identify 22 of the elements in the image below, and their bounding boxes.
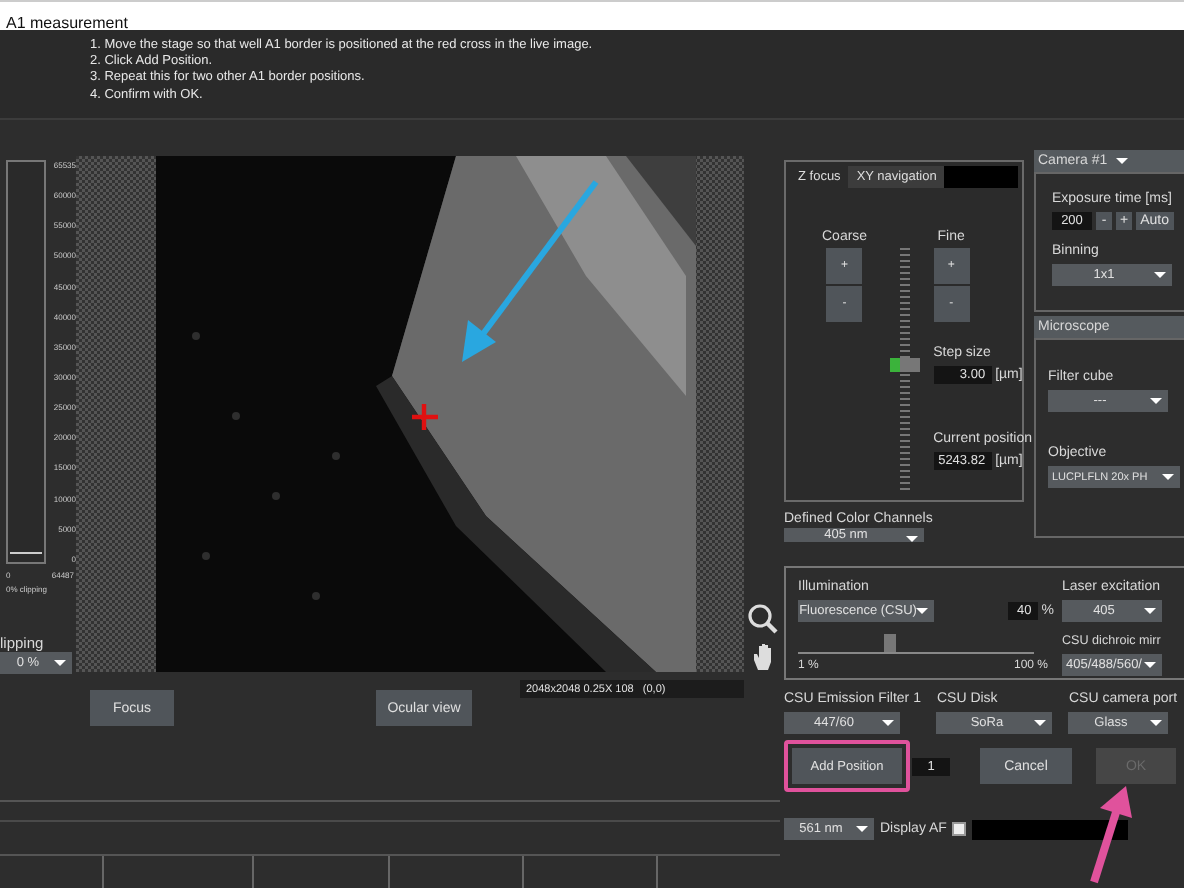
checkbox[interactable]: [952, 822, 967, 836]
annotation-arrow: [1084, 786, 1136, 886]
caret-icon: [906, 536, 918, 542]
caret-icon: [1154, 272, 1166, 278]
caret-icon: [882, 720, 894, 726]
caret-icon: [856, 826, 868, 832]
slider-thumb[interactable]: [884, 634, 897, 652]
caret-icon: [1115, 158, 1128, 164]
crosshair-icon: [412, 404, 438, 430]
hand-icon[interactable]: [748, 640, 776, 672]
caret-icon: [1144, 608, 1156, 614]
window-title: A1 measurement: [4, 12, 130, 36]
caret-icon: [1150, 720, 1163, 726]
caret-icon: [1144, 662, 1156, 668]
caret-icon: [916, 608, 928, 614]
slider-thumb[interactable]: [889, 357, 920, 372]
caret-icon: [1034, 720, 1047, 726]
caret-icon: [54, 660, 66, 666]
caret-icon: [1150, 398, 1162, 404]
intensity-slider[interactable]: [798, 634, 1034, 654]
magnifier-icon[interactable]: [746, 602, 778, 634]
caret-icon: [1162, 474, 1174, 480]
